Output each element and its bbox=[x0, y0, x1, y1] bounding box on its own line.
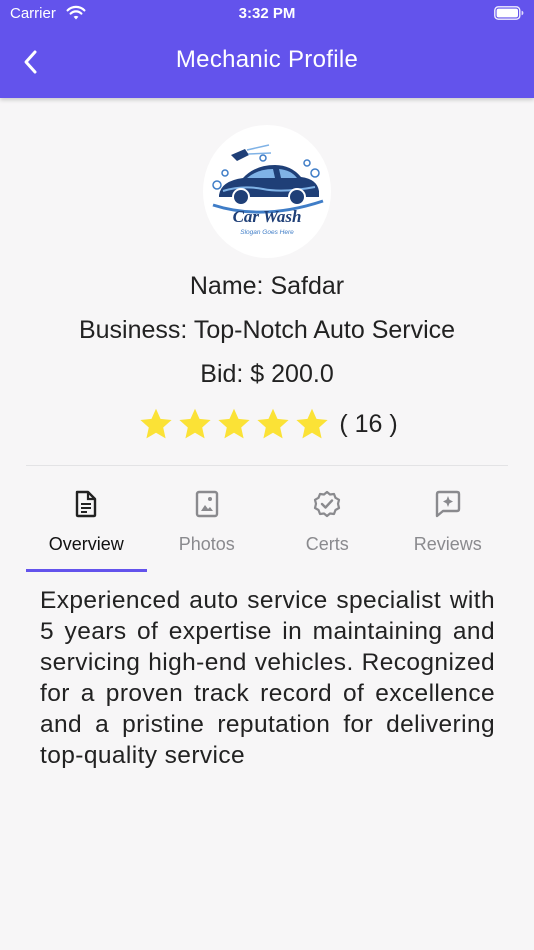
status-time: 3:32 PM bbox=[238, 5, 296, 22]
star-icon bbox=[218, 408, 250, 439]
tab-label: Photos bbox=[178, 534, 235, 554]
mechanic-name: Name: Safdar bbox=[189, 272, 345, 300]
divider bbox=[26, 465, 508, 466]
bid-amount: Bid: $ 200.0 bbox=[200, 360, 334, 388]
star-icon bbox=[179, 408, 211, 439]
tab-label: Overview bbox=[48, 534, 124, 554]
tab-reviews[interactable]: Reviews bbox=[388, 480, 509, 572]
tab-overview[interactable]: Overview bbox=[26, 480, 147, 572]
photo-icon bbox=[195, 490, 218, 518]
business-name: Business: Top-Notch Auto Service bbox=[78, 316, 456, 344]
tab-bar: Overview Photos Certs Reviews bbox=[26, 480, 508, 572]
tab-label: Certs bbox=[305, 534, 349, 554]
badge-check-icon bbox=[314, 490, 341, 518]
star-icon bbox=[296, 408, 328, 439]
tab-label: Reviews bbox=[413, 534, 482, 554]
rating-row: ( 16 ) bbox=[0, 404, 534, 444]
page-title: Mechanic Profile bbox=[175, 46, 359, 73]
star-icon bbox=[257, 408, 289, 439]
tab-photos[interactable]: Photos bbox=[147, 480, 268, 572]
review-icon bbox=[435, 490, 460, 518]
rating-count: ( 16 ) bbox=[339, 409, 398, 438]
active-tab-indicator bbox=[26, 569, 147, 572]
battery-icon bbox=[494, 6, 524, 20]
avatar: Car Wash Slogan Goes Here bbox=[203, 125, 331, 258]
document-icon bbox=[76, 490, 97, 518]
logo-slogan: Slogan Goes Here bbox=[240, 229, 294, 236]
status-bar: Carrier 3:32 PM bbox=[0, 0, 534, 28]
car-wash-logo: Car Wash Slogan Goes Here bbox=[212, 144, 324, 236]
tab-certs[interactable]: Certs bbox=[267, 480, 388, 572]
star-icon bbox=[140, 408, 172, 439]
logo-title: Car Wash bbox=[233, 207, 302, 226]
header: Carrier 3:32 PM Mechanic Profile bbox=[0, 0, 534, 98]
overview-text: Experienced auto service specialist with… bbox=[40, 587, 495, 769]
